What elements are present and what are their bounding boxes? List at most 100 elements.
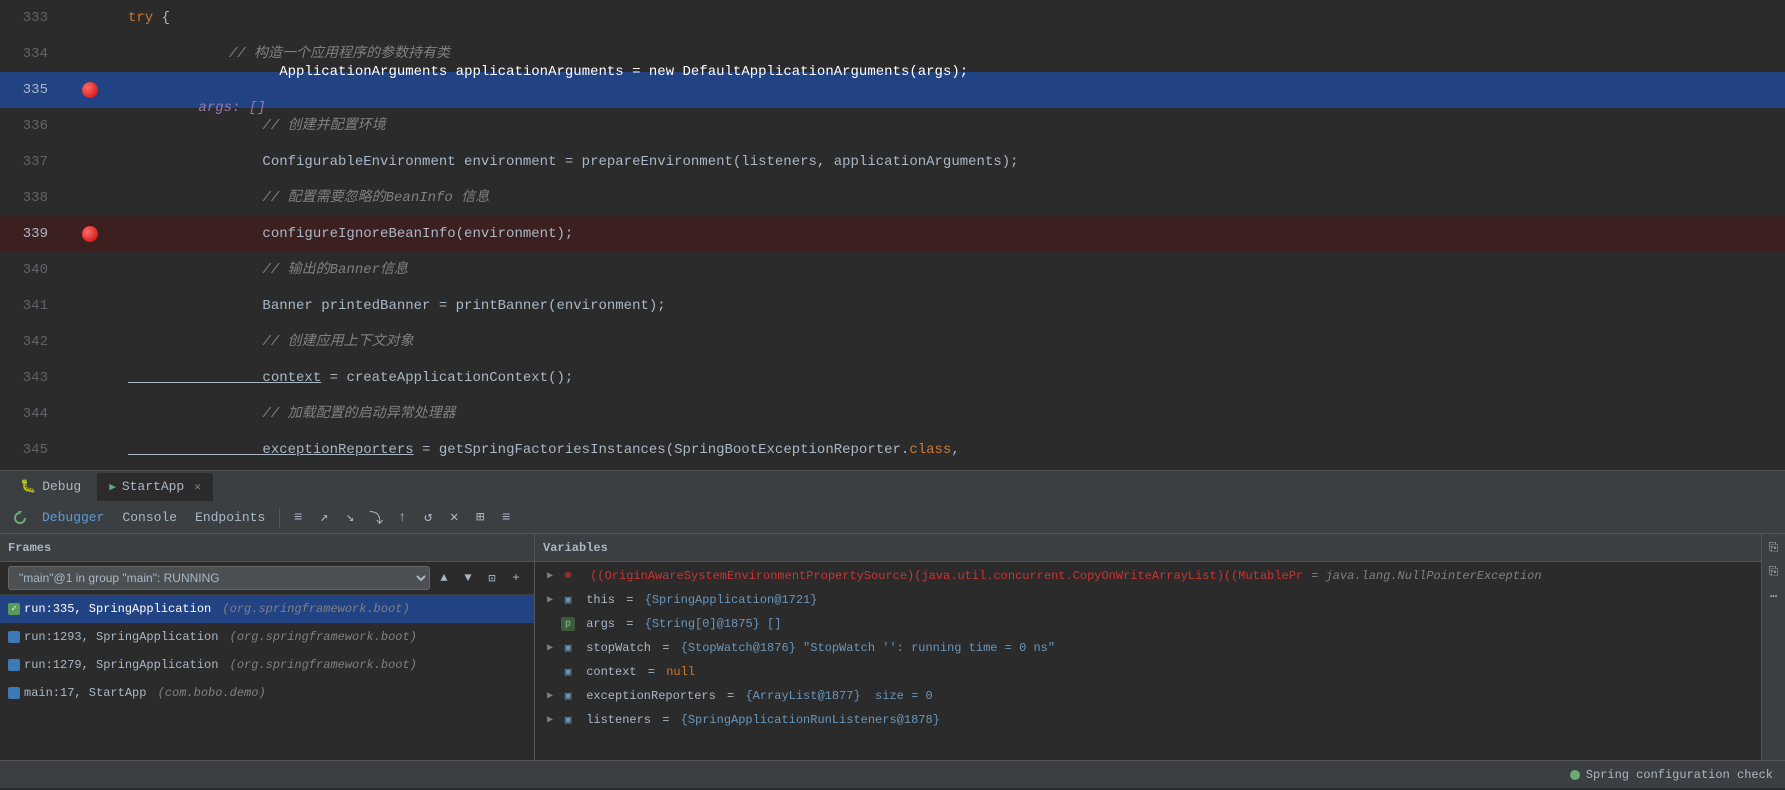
code-line-346: 346 new Class[] { ConfigurableApplicatio…	[0, 468, 1785, 470]
copy2-button[interactable]: ⎘	[1764, 562, 1784, 582]
var-icon-stopwatch: ▣	[561, 641, 575, 655]
thread-select[interactable]: "main"@1 in group "main": RUNNING	[8, 566, 430, 590]
var-eq-this: =	[619, 593, 641, 607]
spring-check-label: Spring configuration check	[1586, 768, 1773, 782]
step-into-button[interactable]: ↘	[338, 506, 362, 530]
var-expand-this[interactable]: ▶	[543, 593, 557, 607]
var-expand-context: ▶	[543, 665, 557, 679]
var-expand-stopwatch[interactable]: ▶	[543, 641, 557, 655]
var-icon-context: ▣	[561, 665, 575, 679]
line-number-342: 342	[0, 334, 60, 350]
step-out-button[interactable]: ↑	[390, 506, 414, 530]
code-line-341: 341 Banner printedBanner = printBanner(e…	[0, 288, 1785, 324]
frame-item-main[interactable]: main:17, StartApp (com.bobo.demo)	[0, 679, 534, 707]
debug-panel: Debugger Console Endpoints ≡ ↗ ↘ ⤵ ↑ ↺ ✕…	[0, 502, 1785, 760]
var-key-context: context	[579, 665, 637, 679]
frame-item-335[interactable]: ✓ run:335, SpringApplication (org.spring…	[0, 595, 534, 623]
var-item-exception[interactable]: ▶ ⊗ ((OriginAwareSystemEnvironmentProper…	[535, 564, 1761, 588]
var-expand-exception-reporters[interactable]: ▶	[543, 689, 557, 703]
side-buttons: ⎘ ⎘ ⋯	[1761, 534, 1785, 760]
line-number-343: 343	[0, 370, 60, 386]
code-content-336: // 创建并配置环境	[120, 108, 1785, 144]
frames-header: Frames	[0, 534, 534, 562]
variables-header: Variables	[535, 534, 1761, 562]
view-button[interactable]: ⊞	[468, 506, 492, 530]
frames-add-button[interactable]: +	[506, 568, 526, 588]
var-icon-exception: ⊗	[561, 569, 575, 583]
run-to-cursor-button[interactable]: ↺	[416, 506, 440, 530]
var-eq-stopwatch: =	[655, 641, 677, 655]
var-key-this: this	[579, 593, 615, 607]
var-val-this: {SpringApplication@1721}	[645, 593, 818, 607]
line-number-336: 336	[0, 118, 60, 134]
tab-startapp[interactable]: ▶ StartApp ✕	[97, 473, 213, 501]
rerun-button[interactable]	[8, 506, 32, 530]
force-step-button[interactable]: ⤵	[364, 506, 388, 530]
frames-filter-button[interactable]: ⊡	[482, 568, 502, 588]
var-val-listeners: {SpringApplicationRunListeners@1878}	[681, 713, 940, 727]
code-content-339: configureIgnoreBeanInfo(environment);	[120, 216, 1785, 252]
var-item-stopwatch[interactable]: ▶ ▣ stopWatch = {StopWatch@1876} "StopWa…	[535, 636, 1761, 660]
breakpoint-339[interactable]	[82, 226, 98, 242]
code-line-335: 335 ApplicationArguments applicationArgu…	[0, 72, 1785, 108]
tab-startapp-label: StartApp	[122, 479, 184, 494]
endpoints-tab[interactable]: Endpoints	[187, 510, 273, 525]
code-line-338: 338 // 配置需要忽略的BeanInfo 信息	[0, 180, 1785, 216]
frame-name-main: main:17, StartApp	[24, 686, 146, 700]
line-number-345: 345	[0, 442, 60, 458]
var-item-args[interactable]: ▶ p args = {String[0]@1875} []	[535, 612, 1761, 636]
close-tab-icon[interactable]: ✕	[194, 480, 201, 494]
code-content-344: // 加载配置的启动异常处理器	[120, 396, 1785, 432]
code-line-342: 342 // 创建应用上下文对象	[0, 324, 1785, 360]
frame-item-1293[interactable]: run:1293, SpringApplication (org.springf…	[0, 623, 534, 651]
frames-down-button[interactable]: ▼	[458, 568, 478, 588]
tab-debug[interactable]: 🐛 Debug	[8, 473, 93, 501]
separator-1	[279, 508, 280, 528]
code-line-337: 337 ConfigurableEnvironment environment …	[0, 144, 1785, 180]
tab-debug-label: Debug	[42, 479, 81, 494]
settings-button[interactable]: ≡	[494, 506, 518, 530]
var-item-context[interactable]: ▶ ▣ context = null	[535, 660, 1761, 684]
debug-content: Frames "main"@1 in group "main": RUNNING…	[0, 534, 1785, 760]
var-item-this[interactable]: ▶ ▣ this = {SpringApplication@1721}	[535, 588, 1761, 612]
var-eq-context: =	[641, 665, 663, 679]
frame-name-335: run:335, SpringApplication	[24, 602, 211, 616]
var-eq-args: =	[619, 617, 641, 631]
var-val-exception-reporters: {ArrayList@1877} size = 0	[745, 689, 932, 703]
spring-dot	[1570, 770, 1580, 780]
debugger-tab[interactable]: Debugger	[34, 510, 112, 525]
var-item-exception-reporters[interactable]: ▶ ▣ exceptionReporters = {ArrayList@1877…	[535, 684, 1761, 708]
code-content-345: exceptionReporters = getSpringFactoriesI…	[120, 432, 1785, 468]
line-number-344: 344	[0, 406, 60, 422]
code-line-340: 340 // 输出的Banner信息	[0, 252, 1785, 288]
status-bar: Spring configuration check	[0, 760, 1785, 788]
console-tab[interactable]: Console	[114, 510, 185, 525]
frame-name-1279: run:1279, SpringApplication	[24, 658, 218, 672]
breakpoint-area-339[interactable]	[60, 226, 120, 242]
breakpoint-335[interactable]	[82, 82, 98, 98]
var-expand-listeners[interactable]: ▶	[543, 713, 557, 727]
frame-item-1279[interactable]: run:1279, SpringApplication (org.springf…	[0, 651, 534, 679]
var-expand-exception[interactable]: ▶	[543, 569, 557, 583]
var-item-listeners[interactable]: ▶ ▣ listeners = {SpringApplicationRunLis…	[535, 708, 1761, 732]
copy-button[interactable]: ⎘	[1764, 538, 1784, 558]
bug-icon: 🐛	[20, 479, 36, 494]
breakpoint-area-335[interactable]	[60, 82, 120, 98]
frames-label: Frames	[8, 541, 51, 555]
code-line-339: 339 configureIgnoreBeanInfo(environment)…	[0, 216, 1785, 252]
var-key-args: args	[579, 617, 615, 631]
line-number-339: 339	[0, 226, 60, 242]
code-content-338: // 配置需要忽略的BeanInfo 信息	[120, 180, 1785, 216]
evaluate-button[interactable]: ✕	[442, 506, 466, 530]
var-val-args: {String[0]@1875} []	[645, 617, 782, 631]
frame-icon-1293	[8, 631, 20, 643]
step-over-button[interactable]: ↗	[312, 506, 336, 530]
frame-name-1293: run:1293, SpringApplication	[24, 630, 218, 644]
var-type-exception: = java.lang.NullPointerException	[1311, 569, 1541, 583]
spring-check[interactable]: Spring configuration check	[1570, 768, 1773, 782]
frames-up-button[interactable]: ▲	[434, 568, 454, 588]
var-icon-exception-reporters: ▣	[561, 689, 575, 703]
restore-layout-button[interactable]: ≡	[286, 506, 310, 530]
code-content-337: ConfigurableEnvironment environment = pr…	[120, 144, 1785, 180]
expand-all-button[interactable]: ⋯	[1764, 586, 1784, 606]
